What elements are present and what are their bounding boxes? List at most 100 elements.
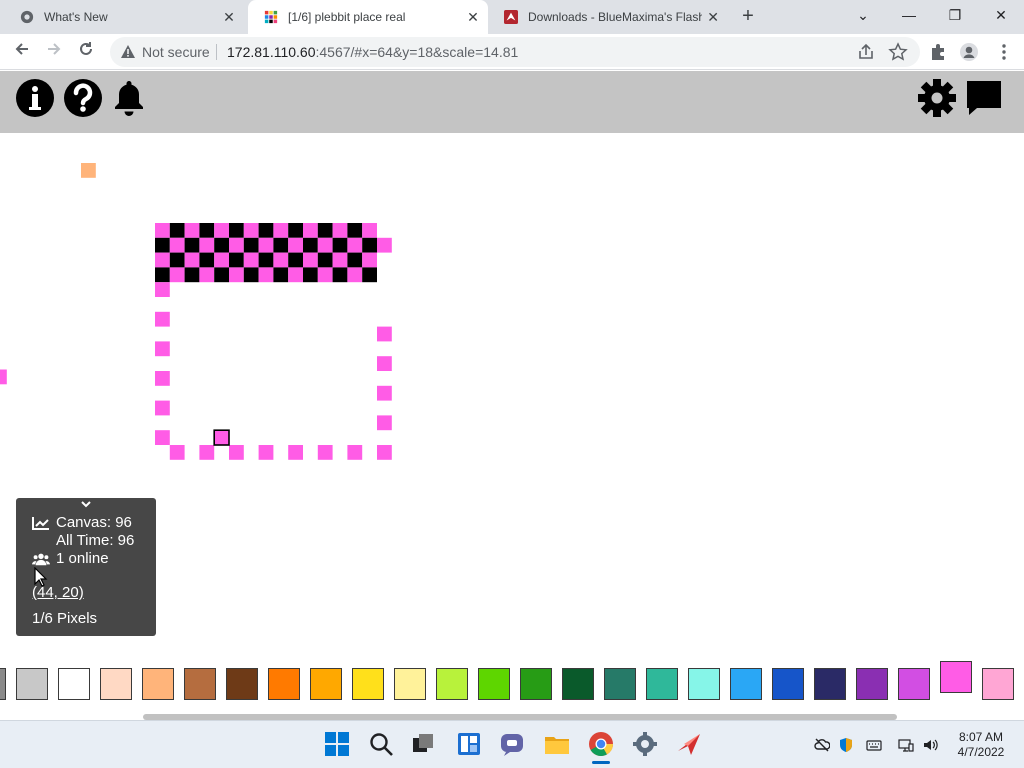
canvas-pixel[interactable] [303, 267, 318, 283]
canvas-pixel[interactable] [303, 252, 318, 268]
canvas-pixel[interactable] [199, 223, 215, 238]
tab-close-icon[interactable]: ✕ [702, 9, 724, 26]
canvas-pixel[interactable] [317, 252, 333, 268]
canvas-pixel[interactable] [243, 267, 259, 283]
canvas-pixel[interactable] [273, 252, 289, 268]
canvas-pixel[interactable] [362, 267, 377, 283]
canvas-pixel[interactable] [273, 267, 289, 283]
canvas-pixel[interactable] [377, 385, 392, 401]
canvas-pixel[interactable] [184, 237, 200, 253]
canvas-pixel[interactable] [273, 223, 289, 238]
canvas-pixel[interactable] [155, 341, 170, 357]
color-swatch[interactable] [184, 668, 216, 700]
canvas-pixel[interactable] [155, 311, 170, 327]
color-swatch[interactable] [688, 668, 720, 700]
canvas-pixel[interactable] [214, 252, 229, 268]
canvas-pixel[interactable] [0, 369, 7, 385]
bell-icon[interactable] [109, 78, 149, 118]
back-button[interactable] [10, 40, 34, 64]
canvas-pixel[interactable] [288, 267, 303, 283]
canvas-pixel[interactable] [169, 237, 185, 253]
extensions-puzzle-icon[interactable] [928, 42, 948, 62]
tab-close-icon[interactable]: ✕ [462, 9, 484, 26]
chat-icon[interactable] [964, 78, 1004, 118]
new-tab-button[interactable]: + [736, 4, 760, 28]
canvas-pixel[interactable] [229, 223, 244, 238]
file-explorer-icon[interactable] [544, 731, 570, 757]
kebab-menu-icon[interactable] [994, 42, 1014, 62]
canvas-pixel[interactable] [155, 223, 170, 238]
settings-gear-icon[interactable] [917, 78, 957, 118]
tab-plebbit-place[interactable]: [1/6] plebbit place real ✕ [248, 0, 488, 34]
warning-triangle-icon[interactable] [120, 44, 136, 60]
not-secure-label[interactable]: Not secure [142, 44, 210, 60]
tab-flashpoint-downloads[interactable]: Downloads - BlueMaxima's Flash ✕ [488, 0, 728, 34]
canvas-pixel[interactable] [332, 252, 348, 268]
canvas-pixel[interactable] [169, 252, 185, 268]
color-swatch[interactable] [142, 668, 174, 700]
canvas-pixel[interactable] [169, 267, 185, 283]
tab-whats-new[interactable]: What's New ✕ [4, 0, 244, 34]
chevron-down-icon[interactable] [79, 499, 93, 509]
network-icon[interactable] [898, 737, 914, 753]
canvas-pixel[interactable] [214, 223, 229, 238]
canvas-pixel[interactable] [347, 252, 363, 268]
color-swatch[interactable] [394, 668, 426, 700]
color-swatch[interactable] [856, 668, 888, 700]
canvas-pixel[interactable] [332, 223, 348, 238]
color-swatch[interactable] [814, 668, 846, 700]
onedrive-offline-icon[interactable] [814, 737, 830, 753]
color-swatch[interactable] [310, 668, 342, 700]
forward-button[interactable] [42, 40, 66, 64]
color-swatch[interactable] [940, 661, 972, 693]
hovered-pixel[interactable] [213, 429, 230, 446]
color-swatch[interactable] [226, 668, 258, 700]
color-swatch[interactable] [268, 668, 300, 700]
canvas-pixel[interactable] [377, 415, 392, 431]
canvas-pixel[interactable] [229, 237, 244, 253]
reload-button[interactable] [74, 40, 98, 64]
info-icon[interactable] [15, 78, 55, 118]
canvas-pixel[interactable] [288, 252, 303, 268]
keyboard-icon[interactable] [866, 737, 882, 753]
canvas-pixel[interactable] [169, 445, 185, 460]
canvas-pixel[interactable] [214, 237, 229, 253]
canvas-pixel[interactable] [317, 237, 333, 253]
canvas-pixel[interactable] [288, 223, 303, 238]
color-swatch[interactable] [730, 668, 762, 700]
canvas-pixel[interactable] [317, 223, 333, 238]
canvas-pixel[interactable] [81, 163, 96, 178]
canvas-pixel[interactable] [184, 252, 200, 268]
color-swatch[interactable] [16, 668, 48, 700]
canvas-pixel[interactable] [155, 430, 170, 445]
color-swatch[interactable] [562, 668, 594, 700]
color-swatch[interactable] [352, 668, 384, 700]
canvas-pixel[interactable] [347, 445, 363, 460]
canvas-pixel[interactable] [273, 237, 289, 253]
tab-close-icon[interactable]: ✕ [218, 9, 240, 26]
task-view-icon[interactable] [410, 731, 436, 757]
canvas-pixel[interactable] [347, 223, 363, 238]
search-icon[interactable] [368, 731, 394, 757]
canvas-pixel[interactable] [243, 237, 259, 253]
minimize-button[interactable]: — [886, 0, 932, 30]
canvas-pixel[interactable] [258, 223, 274, 238]
share-icon[interactable] [856, 42, 876, 62]
tab-search-button[interactable]: ⌄ [840, 0, 886, 30]
canvas-pixel[interactable] [229, 445, 244, 460]
canvas-pixel[interactable] [199, 267, 215, 283]
canvas-pixel[interactable] [288, 237, 303, 253]
color-swatch[interactable] [604, 668, 636, 700]
color-swatch[interactable] [100, 668, 132, 700]
canvas-pixel[interactable] [155, 237, 170, 253]
canvas-pixel[interactable] [199, 445, 215, 460]
canvas-pixel[interactable] [155, 252, 170, 268]
color-swatch[interactable] [898, 668, 930, 700]
canvas-pixel[interactable] [258, 237, 274, 253]
color-swatch[interactable] [646, 668, 678, 700]
canvas-pixel[interactable] [377, 356, 392, 371]
canvas-pixel[interactable] [169, 223, 185, 238]
canvas-pixel[interactable] [243, 223, 259, 238]
canvas-pixel[interactable] [155, 371, 170, 386]
canvas-pixel[interactable] [377, 326, 392, 342]
